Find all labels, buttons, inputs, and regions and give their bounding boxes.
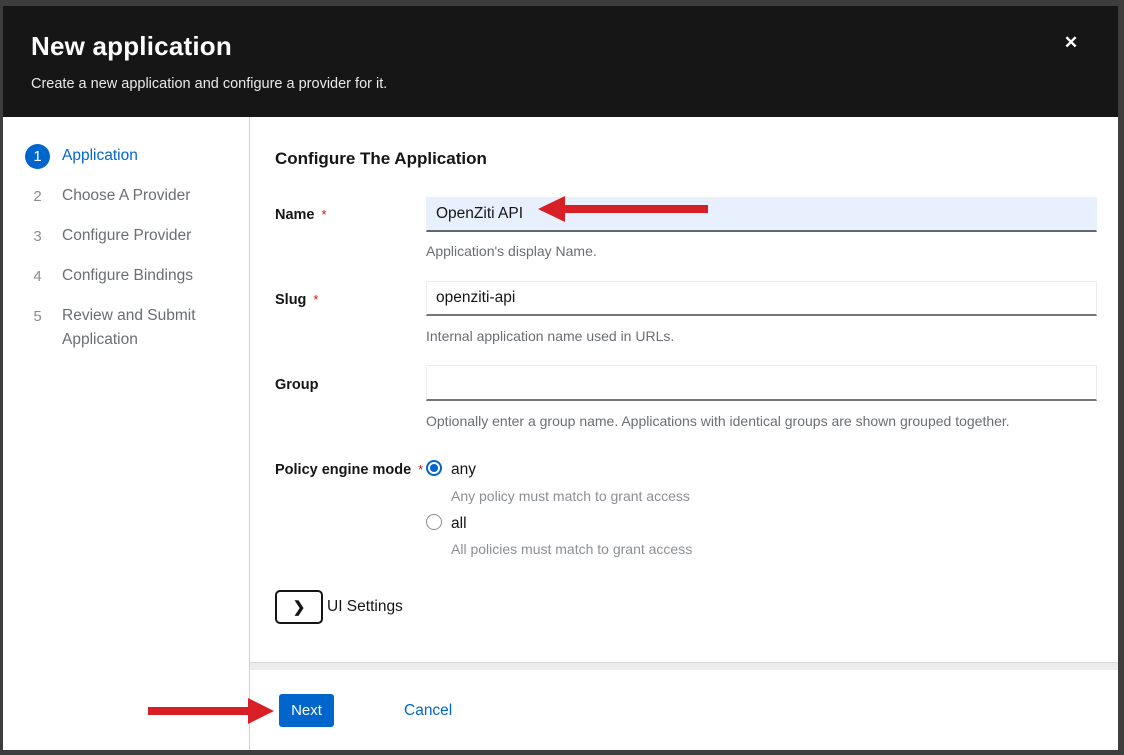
step-number: 2 xyxy=(25,184,50,209)
policy-any-radio[interactable] xyxy=(426,460,442,476)
policy-all-helper: All policies must match to grant access xyxy=(451,541,692,557)
step-number: 5 xyxy=(25,304,50,329)
sidebar-step-review-submit[interactable]: 5 Review and Submit Application xyxy=(25,304,219,352)
name-input[interactable] xyxy=(426,197,1097,232)
policy-all-label[interactable]: all xyxy=(451,515,467,533)
sidebar-step-application[interactable]: 1 Application xyxy=(25,144,219,169)
section-heading: Configure The Application xyxy=(275,149,487,169)
required-asterisk: * xyxy=(313,292,318,307)
step-number: 3 xyxy=(25,224,50,249)
close-icon: ✕ xyxy=(1064,33,1078,52)
footer-separator xyxy=(250,662,1118,670)
step-label: Configure Bindings xyxy=(62,264,193,289)
step-label: Configure Provider xyxy=(62,224,191,249)
sidebar-step-configure-bindings[interactable]: 4 Configure Bindings xyxy=(25,264,219,289)
policy-all-radio[interactable] xyxy=(426,514,442,530)
policy-engine-mode-label: Policy engine mode* xyxy=(275,462,423,478)
step-label: Choose A Provider xyxy=(62,184,190,209)
wizard-step-content: Configure The Application Name* Applicat… xyxy=(250,117,1118,750)
ui-settings-label: UI Settings xyxy=(327,598,403,616)
chevron-right-icon: ❯ xyxy=(293,599,306,616)
next-button[interactable]: Next xyxy=(279,694,334,727)
screen: { "modal": { "title": "New application",… xyxy=(0,0,1124,755)
required-asterisk: * xyxy=(418,462,423,477)
close-button[interactable]: ✕ xyxy=(1060,32,1082,54)
group-helper-text: Optionally enter a group name. Applicati… xyxy=(426,413,1010,430)
slug-helper-text: Internal application name used in URLs. xyxy=(426,328,674,345)
new-application-modal: New application Create a new application… xyxy=(3,6,1118,750)
required-asterisk: * xyxy=(322,207,327,222)
step-number: 1 xyxy=(25,144,50,169)
modal-body: 1 Application 2 Choose A Provider 3 Conf… xyxy=(3,117,1118,750)
slug-input[interactable] xyxy=(426,281,1097,316)
policy-any-label[interactable]: any xyxy=(451,461,476,479)
group-input[interactable] xyxy=(426,365,1097,401)
step-label: Review and Submit Application xyxy=(62,304,212,352)
slug-label: Slug* xyxy=(275,292,318,308)
name-label: Name* xyxy=(275,207,327,223)
name-helper-text: Application's display Name. xyxy=(426,243,597,260)
sidebar-step-choose-provider[interactable]: 2 Choose A Provider xyxy=(25,184,219,209)
modal-subtitle: Create a new application and configure a… xyxy=(31,76,1090,93)
policy-any-helper: Any policy must match to grant access xyxy=(451,488,690,504)
modal-header: New application Create a new application… xyxy=(3,6,1118,117)
page-title: New application xyxy=(31,33,1090,59)
group-label: Group xyxy=(275,377,319,393)
ui-settings-expand-button[interactable]: ❯ xyxy=(275,590,323,624)
step-number: 4 xyxy=(25,264,50,289)
sidebar-step-configure-provider[interactable]: 3 Configure Provider xyxy=(25,224,219,249)
step-label: Application xyxy=(62,144,138,169)
wizard-nav: 1 Application 2 Choose A Provider 3 Conf… xyxy=(3,117,250,750)
cancel-link[interactable]: Cancel xyxy=(404,694,452,727)
